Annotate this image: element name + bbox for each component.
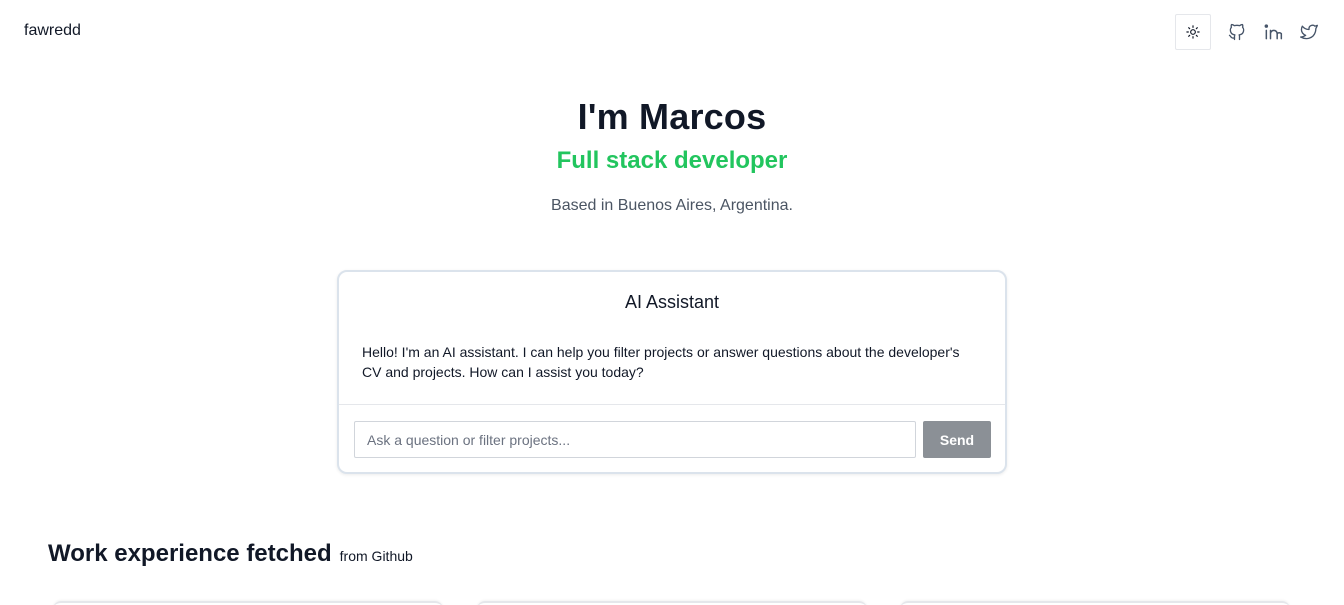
work-section-source: from Github — [339, 548, 413, 564]
hero-title: I'm Marcos — [577, 96, 767, 137]
ai-assistant-card: AI Assistant Hello! I'm an AI assistant.… — [337, 270, 1007, 474]
portfolio-page: fawredd I'm Marcos Full stack developer … — [0, 0, 1344, 605]
sun-icon — [1186, 25, 1200, 39]
project-card[interactable] — [477, 601, 867, 605]
hero-subtitle: Full stack developer — [556, 147, 788, 174]
project-card[interactable] — [53, 601, 443, 605]
top-header: fawredd — [0, 0, 1344, 64]
work-section-title: Work experience fetched — [48, 540, 332, 567]
github-link[interactable] — [1225, 20, 1249, 44]
divider — [339, 404, 1005, 405]
linkedin-icon — [1263, 22, 1283, 42]
hero-location: Based in Buenos Aires, Argentina. — [551, 197, 793, 214]
theme-toggle-button[interactable] — [1175, 14, 1211, 50]
linkedin-link[interactable] — [1261, 20, 1285, 44]
chat-input[interactable] — [354, 421, 916, 458]
work-section-heading: Work experience fetched from Github — [48, 540, 413, 568]
send-button[interactable]: Send — [923, 421, 991, 458]
twitter-link[interactable] — [1297, 20, 1321, 44]
github-icon — [1227, 22, 1247, 42]
brand-name[interactable]: fawredd — [24, 22, 81, 40]
assistant-title: AI Assistant — [624, 292, 720, 312]
project-card[interactable] — [900, 601, 1290, 605]
assistant-message: Hello! I'm an AI assistant. I can help y… — [362, 344, 960, 380]
twitter-icon — [1299, 22, 1319, 42]
